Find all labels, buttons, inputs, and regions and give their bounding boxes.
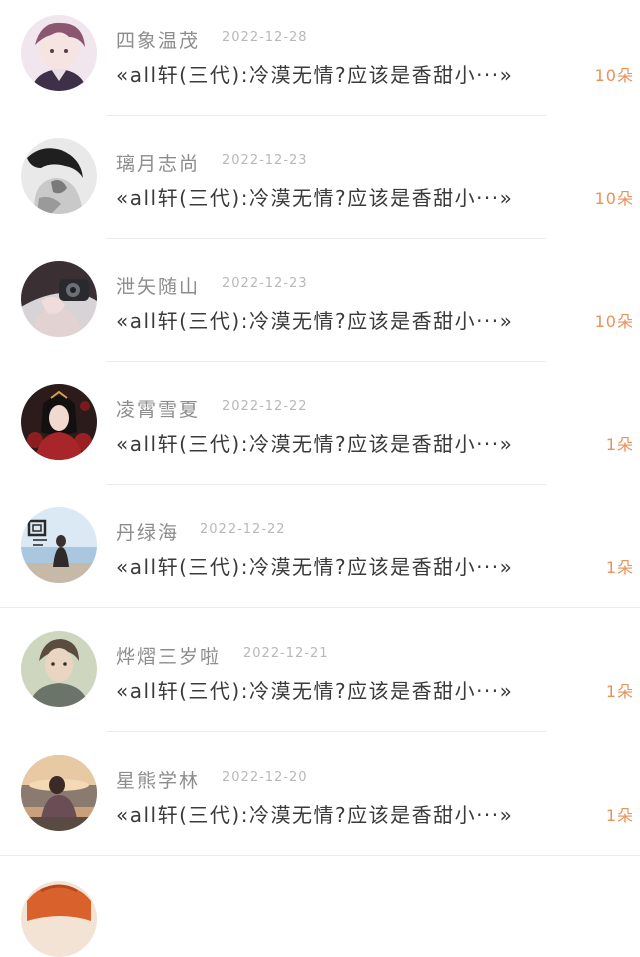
avatar[interactable] bbox=[21, 507, 97, 583]
story-title[interactable]: «all轩(三代):冷漠无情?应该是香甜小···» bbox=[116, 182, 513, 211]
story-title[interactable]: «all轩(三代):冷漠无情?应该是香甜小···» bbox=[116, 799, 513, 828]
list-item[interactable]: 四象温茂 2022-12-28 «all轩(三代):冷漠无情?应该是香甜小···… bbox=[0, 0, 640, 123]
flower-count: 10朵 bbox=[594, 66, 634, 85]
user-name[interactable]: 泄矢随山 bbox=[116, 272, 200, 299]
story-title[interactable]: «all轩(三代):冷漠无情?应该是香甜小···» bbox=[116, 551, 513, 580]
comment-date: 2022-12-28 bbox=[222, 30, 308, 45]
list-item[interactable]: 星熊学林 2022-12-20 «all轩(三代):冷漠无情?应该是香甜小···… bbox=[0, 740, 640, 863]
comment-date: 2022-12-20 bbox=[222, 770, 308, 785]
comment-date: 2022-12-22 bbox=[222, 399, 308, 414]
story-title[interactable]: «all轩(三代):冷漠无情?应该是香甜小···» bbox=[116, 305, 513, 334]
divider bbox=[106, 731, 546, 732]
list-item[interactable]: 凌霄雪夏 2022-12-22 «all轩(三代):冷漠无情?应该是香甜小···… bbox=[0, 369, 640, 492]
divider bbox=[106, 361, 546, 362]
comment-list: 四象温茂 2022-12-28 «all轩(三代):冷漠无情?应该是香甜小···… bbox=[0, 0, 640, 957]
avatar[interactable] bbox=[21, 261, 97, 337]
divider bbox=[0, 607, 640, 608]
flower-count: 1朵 bbox=[605, 806, 634, 825]
flower-count: 10朵 bbox=[594, 189, 634, 208]
avatar[interactable] bbox=[21, 138, 97, 214]
list-item[interactable]: 烨熠三岁啦 2022-12-21 «all轩(三代):冷漠无情?应该是香甜小··… bbox=[0, 616, 640, 739]
avatar[interactable] bbox=[21, 631, 97, 707]
user-name[interactable]: 星熊学林 bbox=[116, 766, 200, 793]
avatar[interactable] bbox=[21, 384, 97, 460]
divider bbox=[106, 115, 546, 116]
story-title[interactable]: «all轩(三代):冷漠无情?应该是香甜小···» bbox=[116, 675, 513, 704]
flower-count: 1朵 bbox=[605, 682, 634, 701]
list-item[interactable]: 璃月志尚 2022-12-23 «all轩(三代):冷漠无情?应该是香甜小···… bbox=[0, 123, 640, 246]
avatar[interactable] bbox=[21, 881, 97, 957]
divider bbox=[106, 484, 546, 485]
user-name[interactable]: 凌霄雪夏 bbox=[116, 395, 200, 422]
divider bbox=[106, 238, 546, 239]
avatar[interactable] bbox=[21, 755, 97, 831]
avatar[interactable] bbox=[21, 15, 97, 91]
comment-date: 2022-12-23 bbox=[222, 153, 308, 168]
divider bbox=[0, 855, 640, 856]
user-name[interactable]: 烨熠三岁啦 bbox=[116, 642, 221, 669]
list-item[interactable]: 丹绿海 2022-12-22 «all轩(三代):冷漠无情?应该是香甜小···»… bbox=[0, 492, 640, 615]
comment-date: 2022-12-23 bbox=[222, 276, 308, 291]
flower-count: 1朵 bbox=[605, 435, 634, 454]
user-name[interactable]: 四象温茂 bbox=[116, 26, 200, 53]
story-title[interactable]: «all轩(三代):冷漠无情?应该是香甜小···» bbox=[116, 428, 513, 457]
list-item[interactable]: 泄矢随山 2022-12-23 «all轩(三代):冷漠无情?应该是香甜小···… bbox=[0, 246, 640, 369]
user-name[interactable]: 丹绿海 bbox=[116, 518, 179, 545]
comment-date: 2022-12-21 bbox=[243, 646, 329, 661]
user-name[interactable]: 璃月志尚 bbox=[116, 149, 200, 176]
flower-count: 10朵 bbox=[594, 312, 634, 331]
story-title[interactable]: «all轩(三代):冷漠无情?应该是香甜小···» bbox=[116, 59, 513, 88]
comment-date: 2022-12-22 bbox=[200, 522, 286, 537]
flower-count: 1朵 bbox=[605, 558, 634, 577]
